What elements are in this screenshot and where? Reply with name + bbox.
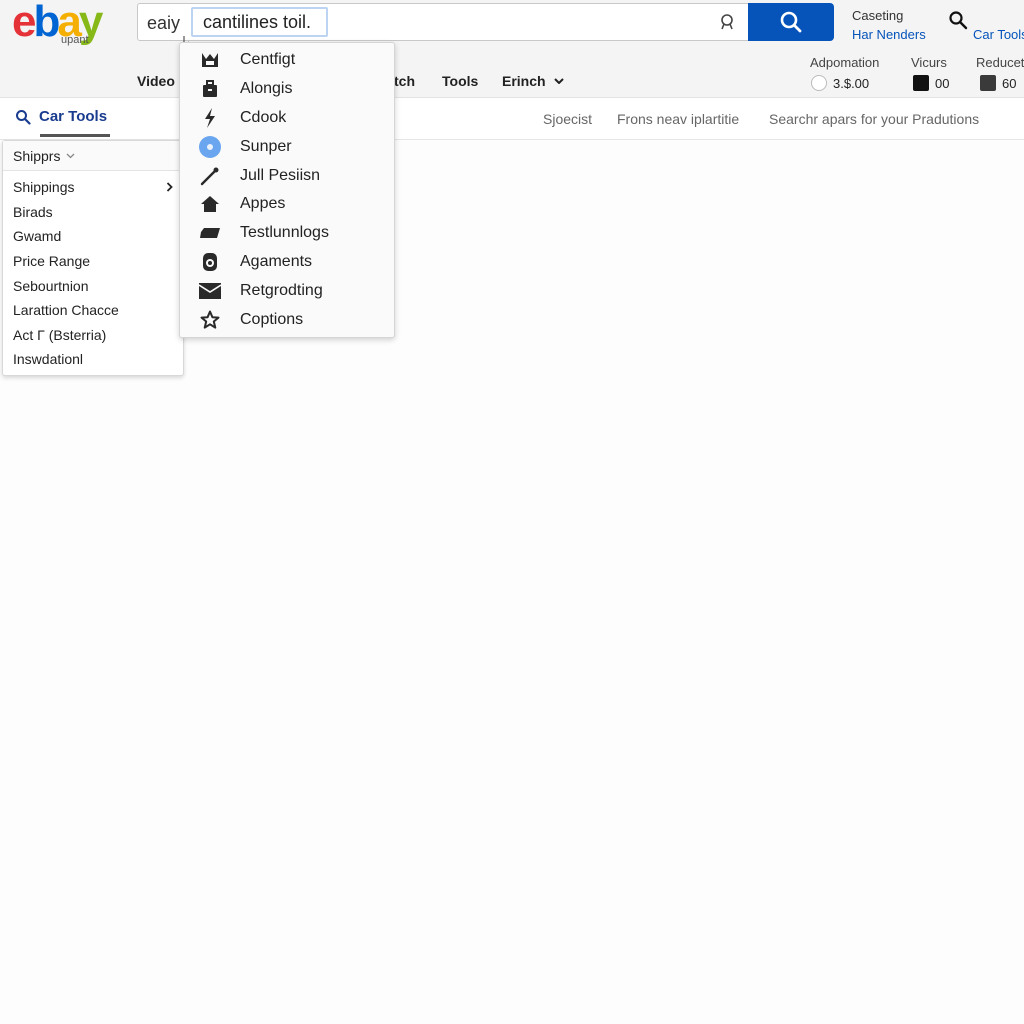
suggestion-label: Retgrodting xyxy=(240,281,323,299)
filter-item-birads[interactable]: Birads xyxy=(3,200,183,225)
car-tools-link[interactable]: Car Tools xyxy=(973,27,1024,42)
logo-letter-b: b xyxy=(33,0,60,46)
suggestion-label: Testlunnlogs xyxy=(240,224,329,242)
search-input[interactable] xyxy=(191,7,328,37)
tab-label: Car Tools xyxy=(39,108,108,125)
filter-label-adpomation: Adpomation xyxy=(810,55,880,70)
search-prefix-text: eaiy xyxy=(147,13,181,33)
wrench-icon xyxy=(200,167,219,185)
nav-item-tch[interactable]: tch xyxy=(394,73,415,89)
filter-item-sebourtnion[interactable]: Sebourtnion xyxy=(3,273,183,298)
filter-value: 00 xyxy=(935,75,950,91)
filter-menu: Shipprs Shippings Birads Gwamd Price Ran… xyxy=(2,140,184,376)
suggestion-item[interactable]: Retgrodting xyxy=(180,276,394,305)
user-icon[interactable] xyxy=(718,13,736,31)
nav-item-erinch[interactable]: Erinch xyxy=(502,73,564,89)
briefcase-icon xyxy=(203,80,217,98)
suggestion-label: Sunper xyxy=(240,137,292,155)
suggestion-label: Alongis xyxy=(240,80,293,98)
chevron-down-icon xyxy=(67,153,75,158)
magnifier-icon[interactable] xyxy=(948,10,968,30)
filter-item-gwamd[interactable]: Gwamd xyxy=(3,224,183,249)
filter-item-label: Gwamd xyxy=(13,228,62,245)
nav-item-tools[interactable]: Tools xyxy=(442,73,478,89)
filter-item-shippings[interactable]: Shippings xyxy=(3,175,183,200)
sub-link-sjoecist[interactable]: Sjoecist xyxy=(543,111,592,127)
nav-item-video[interactable]: Video xyxy=(137,73,175,89)
chevron-right-icon xyxy=(166,182,173,192)
filter-menu-header[interactable]: Shipprs xyxy=(3,141,183,171)
filter-item-larattion[interactable]: Larattion Chacce xyxy=(3,298,183,323)
sub-link-search-parts[interactable]: Searchr apars for your Pradutions xyxy=(769,111,979,127)
filter-item-inswdationl[interactable]: Inswdationl xyxy=(3,347,183,372)
suggestion-item[interactable]: Sunper xyxy=(180,132,394,161)
radio-button[interactable] xyxy=(811,75,827,91)
filter-item-label: Act Γ (Bsterria) xyxy=(13,326,107,343)
search-button[interactable] xyxy=(748,3,834,41)
filter-item-act[interactable]: Act Γ (Bsterria) xyxy=(3,323,183,348)
suggestion-label: Cdook xyxy=(240,108,287,126)
suggestion-label: Appes xyxy=(240,195,286,213)
filter-vicurs[interactable]: 00 xyxy=(913,75,949,91)
sub-navigation: Car Tools Sjoecist Frons neav iplartitie… xyxy=(0,98,1024,140)
home-icon xyxy=(201,196,219,213)
nav-item-erinch-label: Erinch xyxy=(502,73,546,89)
filter-item-label: Birads xyxy=(13,203,53,220)
suggestion-item[interactable]: Agaments xyxy=(180,248,394,277)
filter-label-reducet: Reducet xyxy=(976,55,1024,70)
disc-icon xyxy=(199,135,221,158)
filter-item-label: Larattion Chacce xyxy=(13,302,119,319)
suggestion-item[interactable]: Alongis xyxy=(180,75,394,104)
suggestion-item[interactable]: Appes xyxy=(180,190,394,219)
filter-adpomation[interactable]: 3.$.00 xyxy=(811,75,869,91)
logo-subtitle: upant xyxy=(61,34,89,46)
filter-item-label: Sebourtnion xyxy=(13,277,89,294)
active-tab-indicator xyxy=(40,134,110,137)
header-link[interactable]: Har Nenders xyxy=(852,27,926,42)
search-suggestions-dropdown: Centfigt Alongis Cdook Sunper Jull Pesii… xyxy=(179,42,395,338)
header-label: Caseting xyxy=(852,8,904,23)
filter-item-price-range[interactable]: Price Range xyxy=(3,249,183,274)
filter-reducet[interactable]: 60 xyxy=(980,75,1016,91)
search-icon xyxy=(16,109,31,125)
search-icon xyxy=(780,11,802,33)
star-icon xyxy=(200,310,220,329)
suggestion-item[interactable]: Jull Pesiisn xyxy=(180,161,394,190)
suggestion-item[interactable]: Coptions xyxy=(180,305,394,334)
suggestion-label: Agaments xyxy=(240,252,313,270)
suggestion-label: Centfigt xyxy=(240,51,296,69)
badge-icon xyxy=(203,252,217,271)
top-header: ebay upant eaiy Caseting Har Nenders Car… xyxy=(0,0,1024,98)
search-bar: eaiy xyxy=(137,3,749,41)
sub-link-frons[interactable]: Frons neav iplartitie xyxy=(617,111,739,127)
suggestion-item[interactable]: Testlunnlogs xyxy=(180,219,394,248)
filter-menu-title: Shipprs xyxy=(13,147,61,164)
tab-car-tools[interactable]: Car Tools xyxy=(15,108,107,125)
lightning-icon xyxy=(205,107,215,128)
filter-label-vicurs: Vicurs xyxy=(911,55,947,70)
color-swatch[interactable] xyxy=(980,75,996,91)
filter-item-label: Shippings xyxy=(13,179,75,196)
suggestion-item[interactable]: Centfigt xyxy=(180,46,394,75)
suggestion-label: Jull Pesiisn xyxy=(240,166,321,184)
logo-letter-e: e xyxy=(12,0,37,46)
suggestion-label: Coptions xyxy=(240,310,304,328)
filter-item-label: Inswdationl xyxy=(13,351,84,368)
suggestion-item[interactable]: Cdook xyxy=(180,104,394,133)
chevron-down-icon xyxy=(553,78,564,84)
filter-item-label: Price Range xyxy=(13,253,91,270)
filter-value: 3.$.00 xyxy=(833,75,870,91)
crown-icon xyxy=(202,53,218,68)
filter-value: 60 xyxy=(1002,75,1017,91)
envelope-icon xyxy=(199,282,221,299)
tag-icon xyxy=(200,228,220,239)
color-swatch[interactable] xyxy=(913,75,929,91)
